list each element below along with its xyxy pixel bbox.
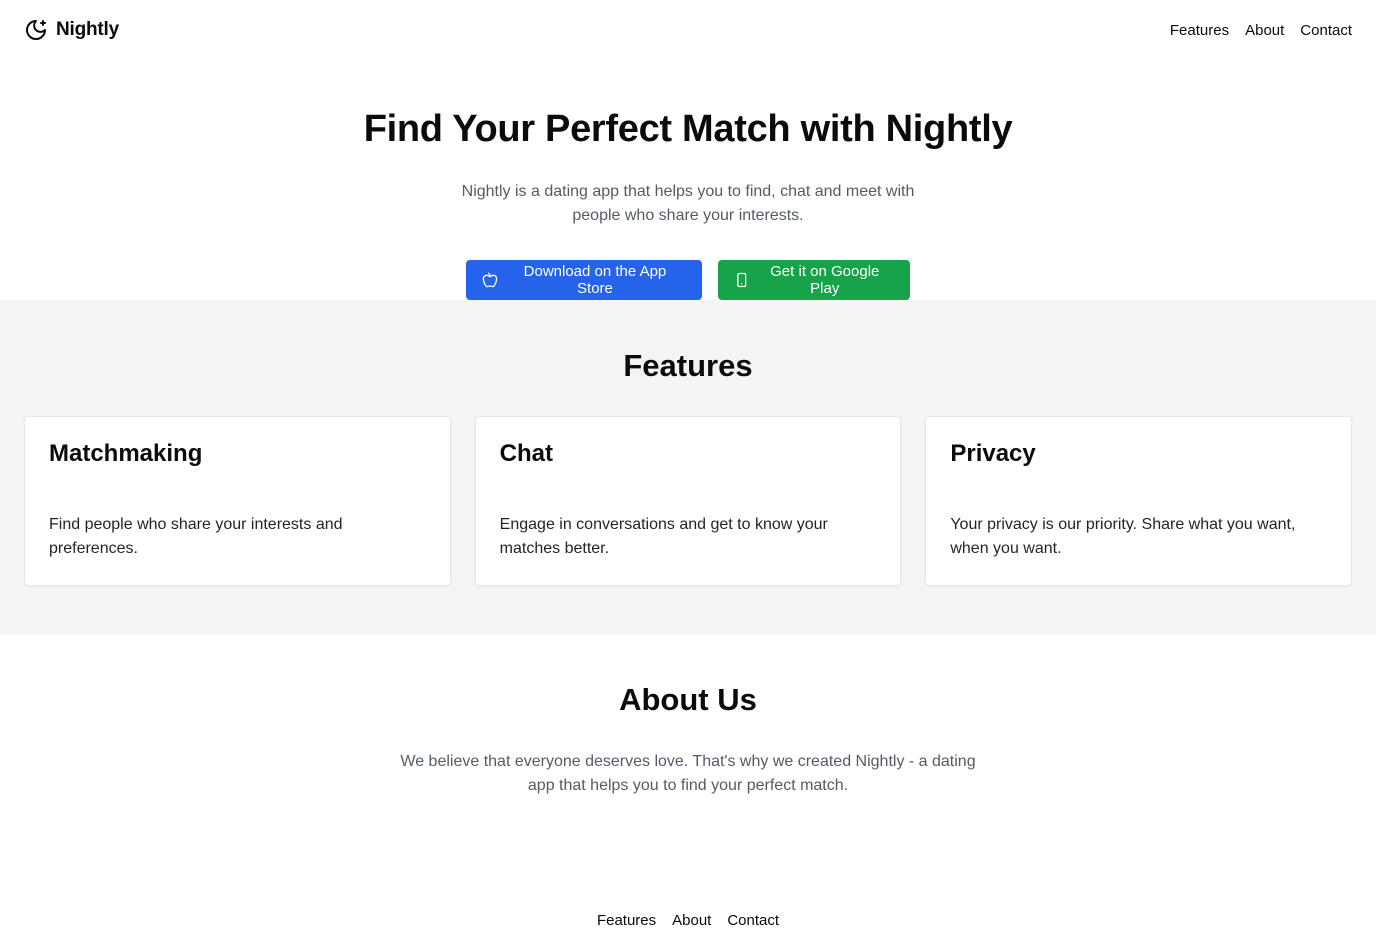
feature-card-chat: Chat Engage in conversations and get to …: [474, 416, 902, 586]
feature-card-privacy: Privacy Your privacy is our priority. Sh…: [925, 416, 1353, 586]
app-store-label: Download on the App Store: [523, 263, 667, 297]
footer-link-contact[interactable]: Contact: [727, 912, 779, 929]
feature-card-text: Engage in conversations and get to know …: [499, 516, 828, 557]
app-store-button[interactable]: Download on the App Store: [466, 260, 702, 300]
google-play-label: Get it on Google Play: [770, 263, 880, 297]
google-play-button[interactable]: Get it on Google Play: [718, 260, 910, 300]
feature-card-title: Matchmaking: [49, 440, 203, 467]
about-title: About Us: [619, 682, 757, 717]
brand-logo[interactable]: Nightly: [24, 18, 119, 42]
feature-card-text: Your privacy is our priority. Share what…: [950, 516, 1296, 557]
nav-link-features[interactable]: Features: [1170, 22, 1229, 39]
feature-card-text: Find people who share your interests and…: [49, 516, 343, 557]
top-nav: Features About Contact: [1170, 22, 1352, 39]
feature-cards: Matchmaking Find people who share your i…: [24, 416, 1353, 586]
hero-title: Find Your Perfect Match with Nightly: [363, 108, 1013, 150]
about-text: We believe that everyone deserves love. …: [400, 753, 976, 794]
site-footer: Features About Contact: [0, 900, 1376, 940]
nav-link-about[interactable]: About: [1245, 22, 1284, 39]
apple-icon: [482, 272, 498, 288]
moon-star-icon: [26, 20, 46, 40]
footer-link-about[interactable]: About: [672, 912, 711, 929]
about-section: About Us We believe that everyone deserv…: [0, 634, 1376, 854]
feature-card-title: Chat: [499, 440, 554, 467]
hero-section: Find Your Perfect Match with Nightly Nig…: [0, 60, 1376, 300]
features-title: Features: [623, 348, 753, 383]
site-header: Nightly Features About Contact: [0, 0, 1376, 60]
feature-card-title: Privacy: [950, 440, 1036, 467]
features-section: Features Matchmaking Find people who sha…: [0, 300, 1376, 634]
hero-subtitle: Nightly is a dating app that helps you t…: [461, 183, 915, 224]
smartphone-icon: [737, 272, 747, 288]
download-buttons: Download on the App Store Get it on Goog…: [0, 260, 1376, 300]
feature-card-matchmaking: Matchmaking Find people who share your i…: [24, 416, 451, 586]
footer-link-features[interactable]: Features: [597, 912, 656, 929]
nav-link-contact[interactable]: Contact: [1300, 22, 1352, 39]
brand-name: Nightly: [56, 19, 119, 40]
